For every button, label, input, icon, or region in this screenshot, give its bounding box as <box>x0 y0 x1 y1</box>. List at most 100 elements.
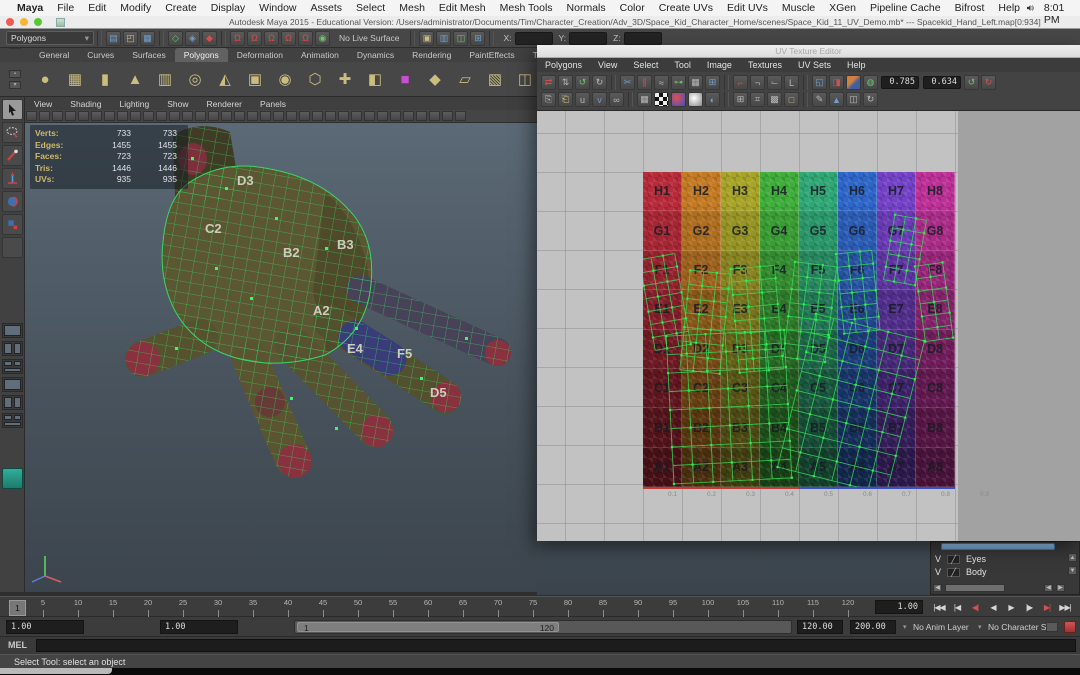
move-and-sew-icon[interactable]: ⊶ <box>671 75 686 90</box>
step-forward-frame-button[interactable]: |▶ <box>1020 598 1038 616</box>
snap-to-curve-icon[interactable]: Ω <box>247 31 262 46</box>
flip-u-icon[interactable]: ⇄ <box>541 75 556 90</box>
layer-row-body[interactable]: V╱Body <box>935 566 987 578</box>
mel-label[interactable]: MEL <box>8 640 27 650</box>
align-v-max-icon[interactable]: L <box>784 75 799 90</box>
uv-menu-tool[interactable]: Tool <box>666 60 699 70</box>
viewport-toolbar-icon[interactable] <box>156 111 167 121</box>
macos-menu-create-uvs[interactable]: Create UVs <box>652 2 720 14</box>
macos-menu-mesh[interactable]: Mesh <box>392 2 432 14</box>
layer-color-chip[interactable]: ╱ <box>947 555 960 564</box>
scroll-left-button[interactable]: ◀ <box>933 584 942 592</box>
v-value-field[interactable]: 0.634 <box>923 76 961 89</box>
scroll-up-button[interactable]: ▲ <box>1068 553 1077 562</box>
character-set-label[interactable]: No Character Set <box>988 622 1054 632</box>
shade-shells-icon[interactable]: ▩ <box>767 92 782 107</box>
mel-input[interactable] <box>36 639 1076 652</box>
panel-menu-show[interactable]: Show <box>158 99 197 109</box>
layer-color-chip[interactable]: ╱ <box>947 568 960 577</box>
viewport-toolbar-icon[interactable] <box>130 111 141 121</box>
viewport-toolbar-icon[interactable] <box>39 111 50 121</box>
y-coord-input[interactable] <box>569 32 607 45</box>
panel-menu-lighting[interactable]: Lighting <box>110 99 158 109</box>
uv-snapshot-icon[interactable]: ◫ <box>846 92 861 107</box>
sew-uvs-icon[interactable]: ≈ <box>654 75 669 90</box>
input-to-selected-icon[interactable]: ▣ <box>419 31 434 46</box>
shelf-tab-general[interactable]: General <box>30 48 78 62</box>
grid-uvs-icon[interactable]: ⊞ <box>705 75 720 90</box>
poly-plane-icon[interactable]: ▥ <box>151 65 179 93</box>
macos-menu-xgen[interactable]: XGen <box>822 2 863 14</box>
viewport-toolbar-icon[interactable] <box>195 111 206 121</box>
alpha-channel-icon[interactable] <box>688 92 703 107</box>
paint-select-tool[interactable] <box>2 145 23 166</box>
poly-pyramid-icon[interactable]: ◭ <box>211 65 239 93</box>
update-psd-icon[interactable]: ▲ <box>829 92 844 107</box>
volume-icon[interactable] <box>1027 3 1034 13</box>
paste-uvs-icon[interactable]: ⎗ <box>558 92 573 107</box>
poly-soccer-ball-icon[interactable]: ⬡ <box>301 65 329 93</box>
viewport-toolbar-icon[interactable] <box>338 111 349 121</box>
current-time-field[interactable]: 1.00 <box>875 600 923 614</box>
macos-menu-pipeline-cache[interactable]: Pipeline Cache <box>863 2 948 14</box>
viewport-toolbar-icon[interactable] <box>442 111 453 121</box>
copy-uvs-icon[interactable]: ⎘ <box>541 92 556 107</box>
zoom-window-button[interactable] <box>34 18 42 26</box>
menubar-clock[interactable]: Thu 8:01 PM <box>1044 0 1079 26</box>
dim-image-icon[interactable]: ◐ <box>705 92 720 107</box>
macos-menu-bifrost[interactable]: Bifrost <box>948 2 992 14</box>
shelf-tab-dynamics[interactable]: Dynamics <box>348 48 403 62</box>
move-tool[interactable] <box>2 168 23 189</box>
poly-cube-icon[interactable]: ▦ <box>61 65 89 93</box>
viewport-toolbar-icon[interactable] <box>260 111 271 121</box>
statusline-divider[interactable] <box>97 31 102 46</box>
macos-menu-help[interactable]: Help <box>991 2 1027 14</box>
uv-menu-textures[interactable]: Textures <box>740 60 790 70</box>
paste-u-only-icon[interactable]: u <box>575 92 590 107</box>
uv-menu-image[interactable]: Image <box>699 60 740 70</box>
playback-end-field[interactable]: 120.00 <box>797 620 843 634</box>
panel-menu-shading[interactable]: Shading <box>61 99 110 109</box>
persp-outliner-layout-button[interactable] <box>2 359 23 374</box>
macos-menu-mesh-tools[interactable]: Mesh Tools <box>493 2 560 14</box>
poly-helix-icon[interactable]: ◉ <box>271 65 299 93</box>
viewport-toolbar-icon[interactable] <box>312 111 323 121</box>
viewport-toolbar-icon[interactable] <box>325 111 336 121</box>
select-by-component-type-icon[interactable]: ◆ <box>202 31 217 46</box>
refresh-image-icon[interactable]: ↻ <box>863 92 878 107</box>
checker-display-icon[interactable] <box>654 92 669 107</box>
shelf-tab-curves[interactable]: Curves <box>78 48 123 62</box>
viewport-toolbar-icon[interactable] <box>104 111 115 121</box>
go-to-start-button[interactable]: |◀◀ <box>930 598 948 616</box>
viewport-toolbar-icon[interactable] <box>429 111 440 121</box>
persp-uv-layout-button[interactable] <box>2 413 23 428</box>
persp-graph-layout-button[interactable] <box>2 377 23 392</box>
anim-layer-caret[interactable]: ▾ <box>903 623 907 631</box>
shelf-tab-surfaces[interactable]: Surfaces <box>123 48 175 62</box>
play-forwards-button[interactable]: ▶ <box>1002 598 1020 616</box>
shelf-tab-animation[interactable]: Animation <box>292 48 348 62</box>
u-value-field[interactable]: 0.785 <box>881 76 919 89</box>
extrude-icon[interactable]: ◫ <box>511 65 539 93</box>
step-back-key-button[interactable]: |◀ <box>948 598 966 616</box>
macos-menu-modify[interactable]: Modify <box>113 2 158 14</box>
single-pane-layout-button[interactable] <box>2 323 23 338</box>
split-uvs-icon[interactable]: ∥ <box>637 75 652 90</box>
edit-texture-icon[interactable]: ✎ <box>812 92 827 107</box>
scroll-right-button[interactable]: ▶ <box>1056 584 1065 592</box>
uv-menu-help[interactable]: Help <box>839 60 874 70</box>
layout-uvs-icon[interactable]: ▦ <box>688 75 703 90</box>
viewport-toolbar-icon[interactable] <box>234 111 245 121</box>
viewport-toolbar-icon[interactable] <box>78 111 89 121</box>
grid-display-icon[interactable]: ⊞ <box>733 92 748 107</box>
macos-menu-edit[interactable]: Edit <box>81 2 113 14</box>
macos-menu-normals[interactable]: Normals <box>560 2 613 14</box>
menu-set-dropdown[interactable]: Polygons▾ <box>6 31 94 45</box>
shelf-tab-button[interactable]: ▪ <box>9 70 21 78</box>
shelf-tab-painteffects[interactable]: PaintEffects <box>460 48 523 62</box>
viewport-toolbar-icon[interactable] <box>299 111 310 121</box>
go-to-end-button[interactable]: ▶▶| <box>1056 598 1074 616</box>
poly-pipe-icon[interactable]: ▣ <box>241 65 269 93</box>
viewport-toolbar-icon[interactable] <box>52 111 63 121</box>
statusline-divider[interactable] <box>410 31 415 46</box>
